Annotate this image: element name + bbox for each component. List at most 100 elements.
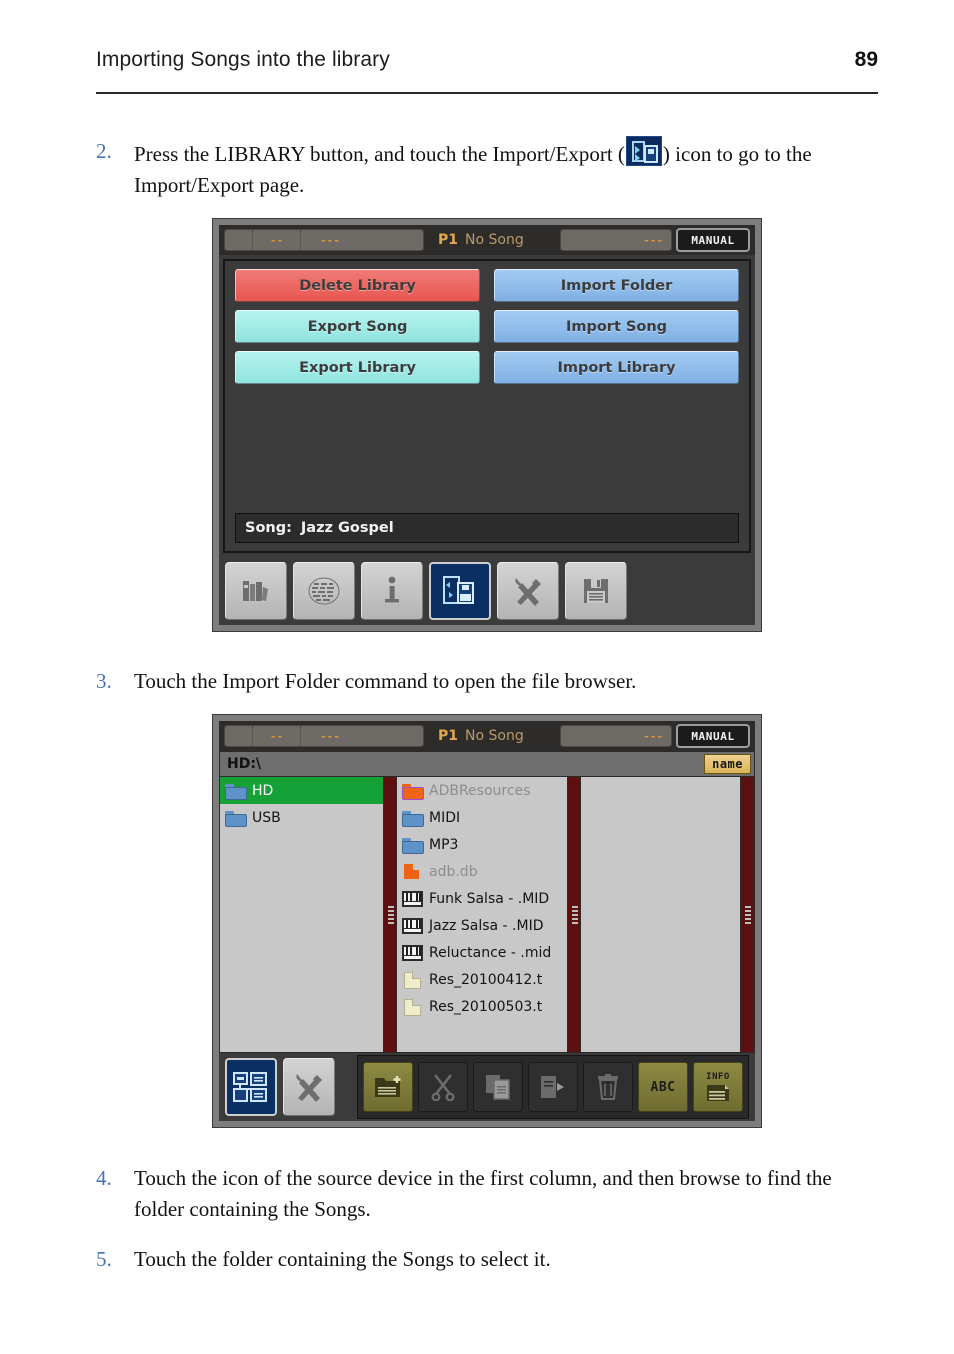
folder-blue-icon — [402, 809, 424, 827]
info-table-icon: INFO — [705, 1072, 731, 1103]
status-song-name: No Song — [465, 728, 524, 744]
status-right-value: --- — [560, 229, 672, 251]
abc-rename-icon-button[interactable]: ABC — [638, 1062, 688, 1112]
file-cream-icon — [402, 971, 423, 989]
current-song-label: Song: — [245, 520, 292, 536]
list-item[interactable]: MP3 — [397, 831, 567, 858]
delete-library-button[interactable]: Delete Library — [235, 269, 480, 302]
tools-icon-button[interactable] — [497, 562, 559, 620]
list-item[interactable]: Res_20100412.t — [397, 966, 567, 993]
folder-blue-icon — [225, 809, 247, 827]
scrollbar-column-1[interactable] — [383, 777, 397, 1052]
export-library-button[interactable]: Export Library — [235, 351, 480, 384]
copy-icon-button[interactable] — [473, 1062, 523, 1112]
page-header: Importing Songs into the library 89 — [96, 46, 878, 94]
status-right-value: --- — [560, 725, 672, 747]
file-browser-icon-button[interactable] — [225, 1058, 278, 1116]
import-folder-button[interactable]: Import Folder — [494, 269, 739, 302]
abc-rename-label: ABC — [650, 1079, 676, 1095]
tools-icon-button[interactable] — [283, 1058, 335, 1116]
status-mode-badge[interactable]: MANUAL — [676, 228, 750, 252]
status-song-display: P1 No Song — [428, 232, 556, 248]
list-item[interactable]: USB — [220, 804, 383, 831]
step-text: Touch the Import Folder command to open … — [134, 669, 637, 693]
scrollbar-column-3[interactable] — [740, 777, 754, 1052]
info-table-icon-button[interactable]: INFO — [693, 1062, 743, 1112]
path-bar: HD:\ name — [219, 751, 755, 777]
current-song-bar: Song: Jazz Gospel — [235, 513, 739, 543]
list-item[interactable]: Jazz Salsa - .MID — [397, 912, 567, 939]
list-item[interactable]: MIDI — [397, 804, 567, 831]
folder-orange-icon — [402, 782, 424, 800]
delete-trash-icon-button[interactable] — [583, 1062, 633, 1112]
list-item[interactable]: Reluctance - .mid — [397, 939, 567, 966]
export-song-button[interactable]: Export Song — [235, 310, 480, 343]
paste-icon — [539, 1073, 567, 1101]
step-number: 5. — [96, 1247, 112, 1271]
device-column[interactable]: HD USB — [220, 777, 383, 1052]
file-cream-icon — [402, 998, 423, 1016]
save-disk-icon — [582, 577, 610, 605]
file-browser-icon — [232, 1070, 270, 1104]
paste-icon-button[interactable] — [528, 1062, 578, 1112]
info-icon-button[interactable] — [361, 562, 423, 620]
save-disk-icon-button[interactable] — [565, 562, 627, 620]
status-mode-badge[interactable]: MANUAL — [676, 724, 750, 748]
step-item-5: 5. Touch the folder containing the Songs… — [96, 1244, 882, 1275]
import-export-icon — [625, 136, 662, 166]
page-number: 89 — [854, 48, 878, 71]
step-item-2: 2. Press the LIBRARY button, and touch t… — [96, 136, 882, 201]
status-segments: -- --- — [224, 725, 424, 747]
new-folder-icon-button[interactable] — [363, 1062, 413, 1112]
list-item-label: USB — [252, 809, 281, 826]
step-item-4: 4. Touch the icon of the source device i… — [96, 1163, 882, 1225]
page-title: Importing Songs into the library — [96, 48, 390, 71]
import-export-panel: Delete Library Import Folder Export Song… — [223, 259, 751, 553]
current-path: HD:\ — [227, 756, 262, 772]
list-item[interactable]: Res_20100503.t — [397, 993, 567, 1020]
device-screenshot-file-browser: -- --- P1 No Song --- MANUAL HD:\ name H… — [212, 714, 762, 1128]
status-bar: -- --- P1 No Song --- MANUAL — [219, 225, 755, 255]
midi-file-icon — [402, 917, 423, 934]
import-library-button[interactable]: Import Library — [494, 351, 739, 384]
list-item-label: MP3 — [429, 836, 459, 853]
list-item[interactable]: Funk Salsa - .MID — [397, 885, 567, 912]
step-number: 4. — [96, 1166, 112, 1190]
status-segments: -- --- — [224, 229, 424, 251]
list-item-label: Jazz Salsa - .MID — [429, 917, 544, 934]
midi-file-icon — [402, 890, 423, 907]
song-book-icon — [307, 576, 341, 606]
status-bar: -- --- P1 No Song --- MANUAL — [219, 721, 755, 751]
sort-by-name-button[interactable]: name — [704, 754, 751, 774]
bottom-toolbar — [219, 557, 755, 625]
status-cell-3: --- — [320, 729, 340, 743]
tools-icon — [512, 576, 544, 606]
folder-blue-icon — [402, 836, 424, 854]
list-item[interactable]: HD — [220, 777, 383, 804]
list-item[interactable]: adb.db — [397, 858, 567, 885]
import-song-button[interactable]: Import Song — [494, 310, 739, 343]
status-cell-2: -- — [253, 230, 301, 250]
scrollbar-column-2[interactable] — [567, 777, 581, 1052]
status-song-prefix: P1 — [438, 728, 459, 744]
step-number: 3. — [96, 669, 112, 693]
preview-column[interactable] — [581, 777, 740, 1052]
status-cell-3: --- — [320, 233, 340, 247]
step-text: Touch the folder containing the Songs to… — [134, 1247, 551, 1271]
step-number: 2. — [96, 139, 112, 163]
file-orange-icon — [402, 863, 423, 880]
tools-icon — [293, 1072, 325, 1102]
song-book-icon-button[interactable] — [293, 562, 355, 620]
list-item-label: HD — [252, 782, 274, 799]
midi-file-icon — [402, 944, 423, 961]
cut-scissors-icon-button[interactable] — [418, 1062, 468, 1112]
status-cell-1 — [225, 726, 253, 746]
file-browser-panel: HD:\ name HD USB ADBResources MIDI MP3 a… — [219, 751, 755, 1053]
library-books-icon-button[interactable] — [225, 562, 287, 620]
file-browser-columns: HD USB ADBResources MIDI MP3 adb.db Funk… — [219, 777, 755, 1053]
delete-trash-icon — [596, 1073, 620, 1101]
import-export-icon-button[interactable] — [429, 562, 491, 620]
file-list-column[interactable]: ADBResources MIDI MP3 adb.db Funk Salsa … — [397, 777, 567, 1052]
list-item[interactable]: ADBResources — [397, 777, 567, 804]
list-item-label: adb.db — [429, 863, 478, 880]
